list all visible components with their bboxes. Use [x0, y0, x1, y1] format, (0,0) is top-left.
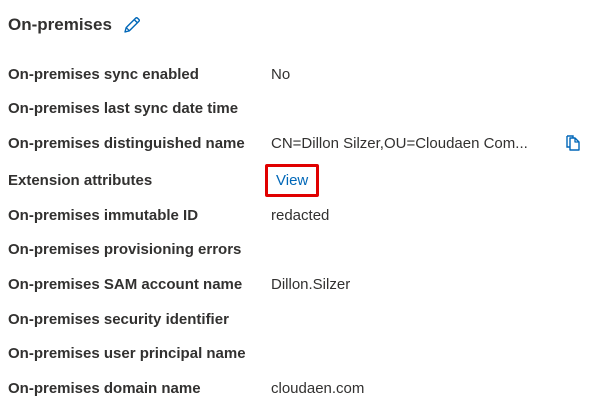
field-value: redacted [271, 206, 330, 224]
view-link[interactable]: View [276, 172, 308, 189]
field-value: Dillon.Silzer [271, 275, 351, 293]
field-label: On-premises sync enabled [8, 65, 199, 83]
field-row-security-identifier: On-premises security identifier [8, 307, 588, 331]
section-header: On-premises [8, 12, 142, 38]
field-label: On-premises immutable ID [8, 206, 199, 224]
field-row-sync-enabled: On-premises sync enabled No [8, 62, 588, 86]
field-label: Extension attributes [8, 171, 153, 189]
field-value: cloudaen.com [271, 379, 365, 397]
field-label: On-premises provisioning errors [8, 240, 242, 258]
field-row-distinguished-name: On-premises distinguished name CN=Dillon… [8, 131, 588, 155]
field-label: On-premises SAM account name [8, 275, 243, 293]
section-title: On-premises [8, 15, 112, 34]
field-row-provisioning-errors: On-premises provisioning errors [8, 237, 588, 261]
field-row-extension-attributes: Extension attributes View [8, 163, 588, 197]
field-value: No [271, 65, 291, 83]
field-value: CN=Dillon Silzer,OU=Cloudaen Com... [271, 134, 528, 152]
copy-icon[interactable] [563, 133, 583, 153]
field-label: On-premises domain name [8, 379, 201, 397]
field-label: On-premises last sync date time [8, 99, 239, 117]
field-label: On-premises distinguished name [8, 134, 245, 152]
field-row-user-principal-name: On-premises user principal name [8, 341, 588, 365]
field-row-domain-name: On-premises domain name cloudaen.com [8, 376, 588, 400]
field-row-last-sync: On-premises last sync date time [8, 96, 588, 120]
field-row-sam-account: On-premises SAM account name Dillon.Silz… [8, 272, 588, 296]
field-label: On-premises security identifier [8, 310, 229, 328]
field-row-immutable-id: On-premises immutable ID redacted [8, 203, 588, 227]
field-label: On-premises user principal name [8, 344, 246, 362]
pencil-icon[interactable] [122, 15, 142, 35]
highlight-box: View [265, 163, 320, 197]
